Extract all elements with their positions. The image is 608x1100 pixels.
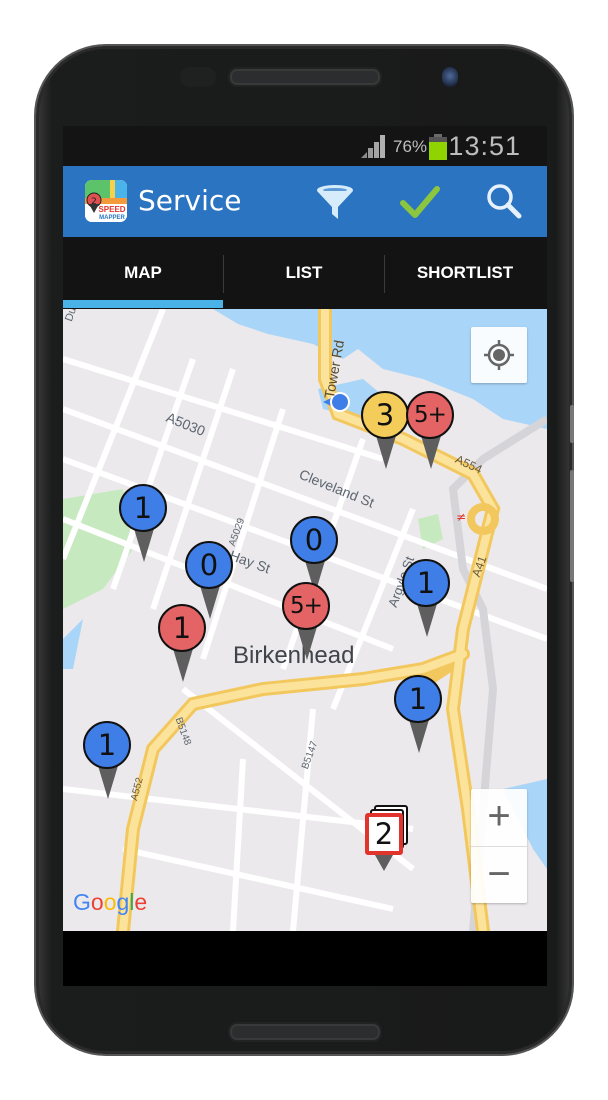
bottom-speaker [228,1022,382,1042]
map-marker[interactable]: 5+ [282,582,332,666]
search-button[interactable] [485,183,525,221]
stacked-map-marker[interactable]: 2 [365,803,425,883]
map-marker[interactable]: 5+ [406,391,456,475]
google-logo-letter: o [103,889,117,915]
earpiece-speaker [228,67,382,87]
my-location-button[interactable] [471,327,527,383]
tab-bar: MAP LIST SHORTLIST [63,237,547,309]
app-bar: 2 SPEED MAPPER Service [63,166,547,237]
zoom-controls: + − [471,789,527,903]
speed-mapper-logo[interactable]: 2 SPEED MAPPER [85,180,127,222]
battery-icon [429,134,447,160]
nav-bar-area [63,931,547,986]
svg-text:MAPPER: MAPPER [99,215,125,221]
screen: 76% 13:51 2 SPEED MAPPER Service MAP LIS… [63,126,547,986]
clock: 13:51 [448,131,521,161]
google-logo-letter: g [116,889,130,915]
google-logo-letter: o [90,889,104,915]
selected-tab-indicator [63,300,223,308]
volume-button[interactable] [570,470,574,582]
my-location-icon [484,340,514,370]
confirm-button[interactable] [399,183,440,221]
app-title: Service [138,184,242,217]
tab-map[interactable]: MAP [63,237,223,309]
map-marker[interactable]: 1 [83,721,133,805]
status-bar: 76% 13:51 [63,126,547,166]
map-marker[interactable]: 1 [402,559,452,643]
svg-text:2: 2 [91,197,97,207]
front-camera-icon [442,67,458,87]
funnel-icon [317,185,353,219]
svg-text:SPEED: SPEED [98,205,125,214]
tab-shortlist[interactable]: SHORTLIST [385,237,545,309]
map-marker[interactable]: 1 [394,675,444,759]
checkmark-icon [400,186,440,218]
zoom-out-button[interactable]: − [471,847,527,903]
map-marker[interactable]: 1 [119,484,169,568]
map-view[interactable]: ≠ Duke St Tower Rd A5030 Cleveland St A5… [63,309,547,931]
filter-button[interactable] [315,183,355,221]
power-button[interactable] [570,405,574,443]
battery-percent: 76% [393,137,428,156]
google-logo-letter: e [134,889,148,915]
proximity-sensor [180,67,216,87]
search-icon [487,184,522,219]
map-marker[interactable]: 1 [158,604,208,688]
cell-signal-icon [361,135,385,158]
tab-list[interactable]: LIST [224,237,384,309]
map-marker[interactable]: 3 [361,391,411,475]
svg-text:≠: ≠ [456,510,466,524]
google-attribution-logo: Google Google [73,889,147,916]
google-logo-letter: G [73,889,91,915]
zoom-in-button[interactable]: + [471,789,527,845]
